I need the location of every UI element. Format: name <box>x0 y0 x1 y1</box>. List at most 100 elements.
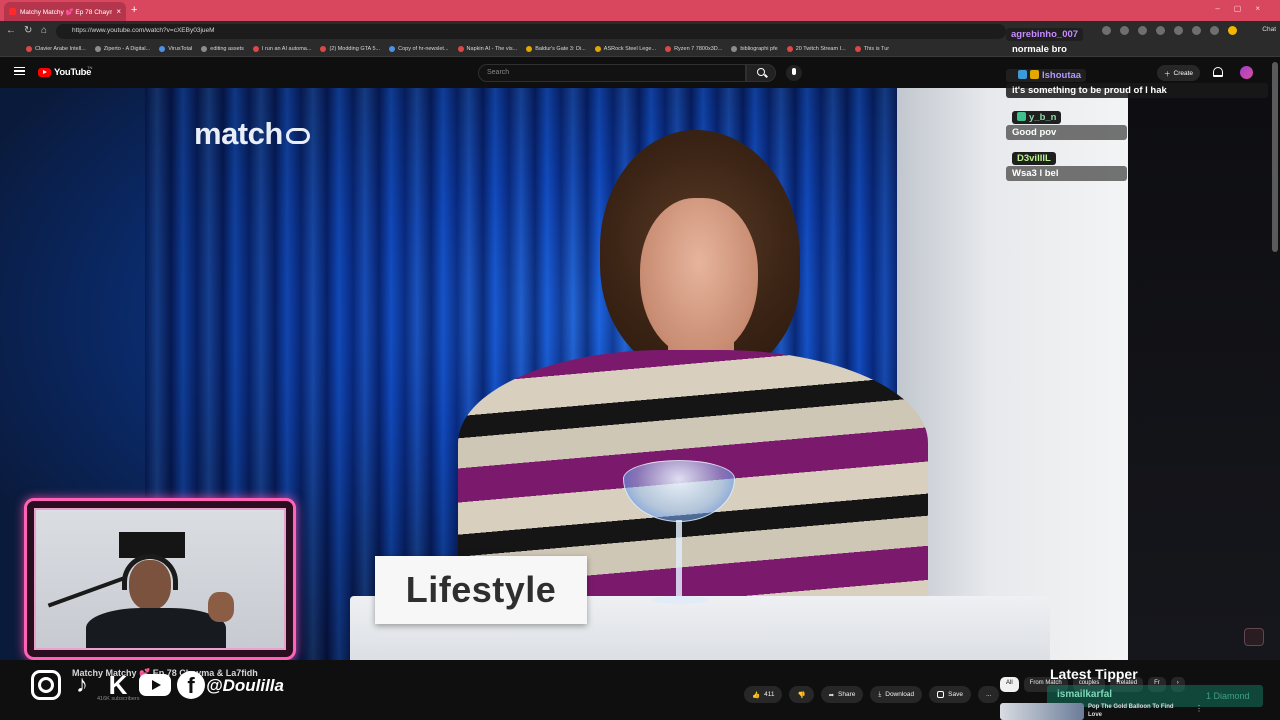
chat-username: Ishoutaa <box>1006 69 1087 82</box>
bookmark-item[interactable]: Ziperto - A Digital... <box>94 46 151 52</box>
bookmark-label: Clavier Arabe Intell... <box>35 46 86 52</box>
search-icon <box>757 68 765 76</box>
chat-text: normale bro <box>1012 44 1067 55</box>
youtube-logo[interactable]: YouTube <box>38 67 91 78</box>
save-button[interactable]: Save <box>929 686 971 703</box>
bookmark-label: bibliographi pfe <box>740 46 778 52</box>
close-tab-icon[interactable]: × <box>116 7 121 16</box>
back-icon[interactable]: ← <box>6 25 16 36</box>
video-actions: 👍 411 👎 ➦ Share ⤓ Download Save ... <box>744 686 1000 703</box>
address-bar[interactable]: https://www.youtube.com/watch?v=cXEBy03j… <box>56 24 1006 39</box>
bookmark-item[interactable]: Copy of hr-newslet... <box>389 46 449 52</box>
chat-username: D3villlL <box>1012 152 1056 165</box>
youtube-icon <box>139 674 171 696</box>
bookmark-item[interactable]: (2) Modding GTA 5... <box>320 46 380 52</box>
streamer-webcam <box>24 498 296 660</box>
bookmark-label: ASRock Steel Lege... <box>603 46 657 52</box>
bookmark-item[interactable]: This is Tur <box>854 46 890 52</box>
search-input[interactable]: Search <box>478 64 746 82</box>
country-code: TN <box>87 65 93 70</box>
bookmark-label: Ryzen 7 7800x3D... <box>674 46 723 52</box>
share-button[interactable]: ➦ Share <box>820 686 864 703</box>
more-button[interactable]: ... <box>978 686 1000 703</box>
streamer-handle: @Doulilla <box>206 676 284 695</box>
bookmark-label: Baldur's Gate 3: Di... <box>535 46 586 52</box>
bookmark-label: (2) Modding GTA 5... <box>329 46 381 52</box>
bookmark-item[interactable]: Napkin AI - The vis... <box>457 46 518 52</box>
bookmark-favicon-icon <box>594 46 601 52</box>
bookmark-item[interactable]: ASRock Steel Lege... <box>594 46 657 52</box>
youtube-favicon-icon <box>9 8 16 15</box>
chat-message: agrebinho_007 normale bro <box>1006 24 1268 57</box>
bookmark-item[interactable]: Clavier Arabe Intell... <box>26 46 86 52</box>
bookmark-favicon-icon <box>320 46 327 52</box>
name-card-text: Lifestyle <box>405 569 557 610</box>
download-button[interactable]: ⤓ Download <box>870 686 923 703</box>
browser-tab-active[interactable]: Matchy Matchy 💕 Ep 78 Chayma × <box>4 2 126 21</box>
bookmark-item[interactable]: VirusTotal <box>159 46 192 52</box>
bookmark-item[interactable]: 20 Twitch Stream I... <box>786 46 846 52</box>
bookmark-label: Ziperto - A Digital... <box>103 46 151 52</box>
new-tab-button[interactable]: + <box>131 4 137 16</box>
thumbs-down-icon: 👎 <box>797 691 806 699</box>
bookmark-label: Napkin AI - The vis... <box>466 46 518 52</box>
bookmark-label: Copy of hr-newslet... <box>398 46 449 52</box>
mic-arm <box>47 576 125 608</box>
chat-text: Wsa3 l bel <box>1006 166 1127 181</box>
facebook-icon: f <box>177 671 205 699</box>
browser-tab-strip: Matchy Matchy 💕 Ep 78 Chayma × + –▢× <box>0 0 1280 21</box>
bookmark-favicon-icon <box>786 46 793 52</box>
dislike-button[interactable]: 👎 <box>789 686 814 703</box>
crown-icon <box>1030 70 1039 79</box>
bookmark-label: editing assets <box>210 46 244 52</box>
bookmark-icon <box>937 691 945 698</box>
screen: Matchy Matchy 💕 Ep 78 Chayma × + –▢× ← ↻… <box>0 0 1280 720</box>
bookmark-favicon-icon <box>526 46 533 52</box>
video-info-bar: Matchy Matchy 💕 Ep 78 Chayma & La7fidh 4… <box>0 660 1280 720</box>
instagram-icon <box>31 670 61 700</box>
latest-tipper-label: Latest Tipper <box>1050 666 1138 682</box>
chat-username: y_b_n <box>1012 111 1062 124</box>
chat-message: Ishoutaa it's something to be proud of l… <box>1006 65 1268 98</box>
bookmark-item[interactable]: I run an AI automa... <box>252 46 311 52</box>
bookmark-item[interactable]: Baldur's Gate 3: Di... <box>526 46 586 52</box>
headset-icon <box>122 554 178 590</box>
page-scrollbar[interactable] <box>1272 62 1278 252</box>
chip-all[interactable]: All <box>1000 677 1019 692</box>
sidebar-background <box>1128 88 1280 660</box>
chat-text: Good pov <box>1006 125 1127 140</box>
youtube-play-icon <box>38 68 51 77</box>
bookmark-favicon-icon <box>252 46 259 52</box>
menu-icon[interactable] <box>14 67 25 75</box>
badge-icon <box>1018 70 1027 79</box>
bookmark-item[interactable]: Ryzen 7 7800x3D... <box>665 46 722 52</box>
recommended-thumbnail[interactable] <box>1000 703 1084 720</box>
bookmark-favicon-icon <box>731 46 738 52</box>
recommended-title[interactable]: Pop The Gold Balloon To Find Love <box>1088 703 1188 719</box>
chat-message: D3villlL Wsa3 l bel <box>1006 148 1127 181</box>
chat-text: it's something to be proud of l hak <box>1006 83 1268 98</box>
home-icon[interactable]: ⌂ <box>41 25 47 36</box>
chat-message: y_b_n Good pov <box>1006 107 1127 140</box>
bookmark-item[interactable]: bibliographi pfe <box>731 46 778 52</box>
tab-title: Matchy Matchy 💕 Ep 78 Chayma <box>20 8 113 16</box>
like-button[interactable]: 👍 411 <box>744 686 783 703</box>
bookmark-label: 20 Twitch Stream I... <box>795 46 846 52</box>
chat-username: agrebinho_007 <box>1006 28 1084 41</box>
search-button[interactable] <box>746 64 776 82</box>
bookmark-favicon-icon <box>94 46 101 52</box>
bookmark-favicon-icon <box>389 46 396 52</box>
reload-icon[interactable]: ↻ <box>24 25 32 36</box>
name-card: Lifestyle <box>375 556 587 624</box>
voice-search-icon[interactable] <box>786 65 802 81</box>
bookmark-favicon-icon <box>201 46 208 52</box>
badge-icon <box>1017 112 1026 121</box>
window-controls[interactable]: –▢× <box>1215 4 1274 13</box>
bookmark-item[interactable]: editing assets <box>201 46 244 52</box>
tiktok-icon: ♪ <box>76 671 88 698</box>
more-icon: ... <box>986 691 992 698</box>
bookmark-favicon-icon <box>457 46 464 52</box>
download-icon: ⤓ <box>878 690 882 698</box>
more-options-icon[interactable]: ⋮ <box>1195 704 1203 713</box>
bookmark-label: This is Tur <box>863 46 890 52</box>
